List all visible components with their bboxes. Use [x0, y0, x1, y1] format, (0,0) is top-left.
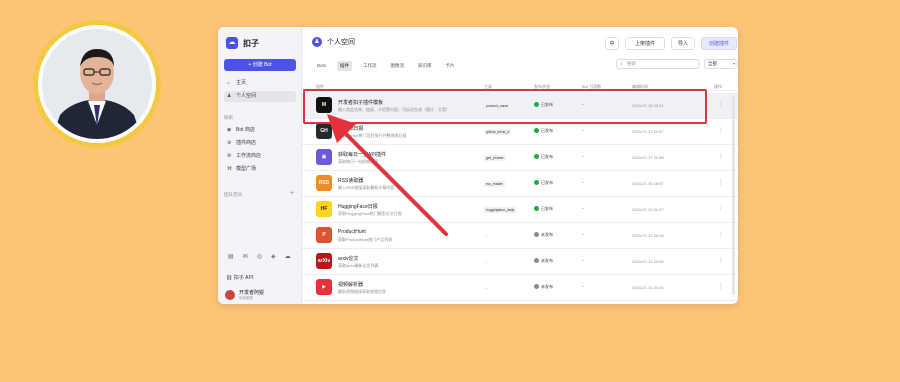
annotation-arrow	[327, 114, 448, 236]
